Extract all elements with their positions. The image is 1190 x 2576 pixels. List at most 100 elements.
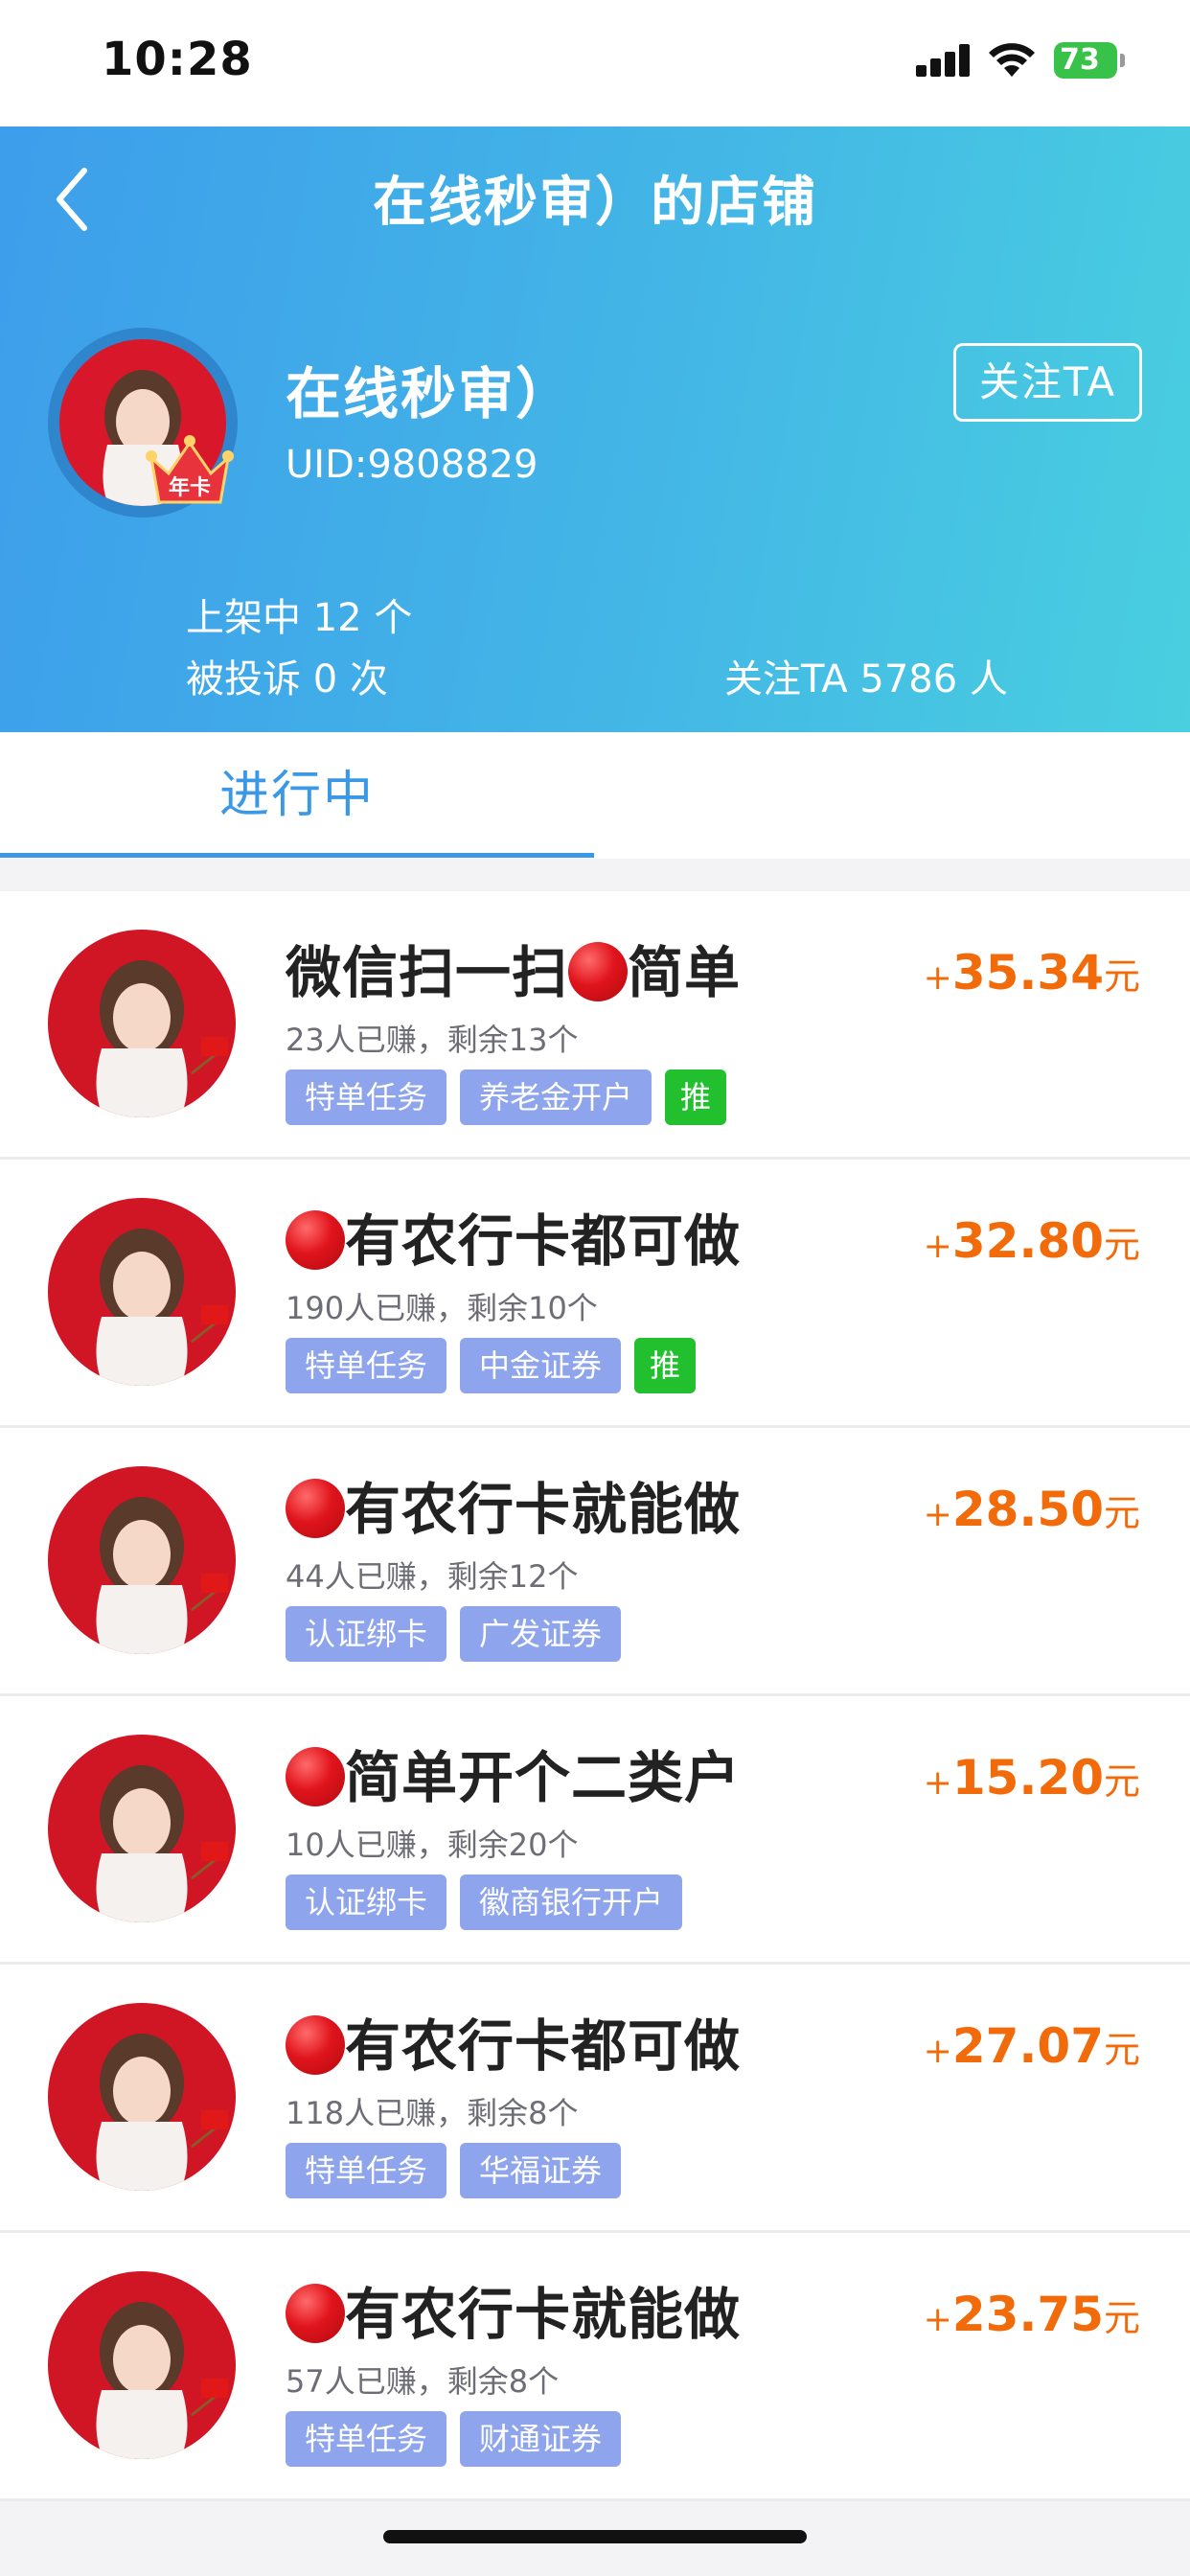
task-reward: +28.50元 (924, 1482, 1140, 1537)
task-title-text: 有农行卡就能做 (345, 1477, 742, 1542)
red-dot-icon (568, 942, 629, 1001)
reward-plus: + (923, 1495, 952, 1534)
reward-unit: 元 (1103, 1760, 1140, 1803)
follow-button[interactable]: 关注TA (953, 343, 1142, 422)
red-dot-icon (286, 1210, 345, 1270)
task-avatar (48, 1198, 236, 1386)
tab-active-indicator (0, 853, 594, 858)
task-tag: 华福证券 (460, 2143, 622, 2198)
red-dot-icon (286, 1747, 345, 1806)
task-reward: +23.75元 (924, 2287, 1140, 2342)
task-tag: 特单任务 (286, 1338, 447, 1393)
battery-level: 73 (1060, 43, 1100, 77)
task-title-text: 有农行卡都可做 (345, 1208, 742, 1274)
recommend-badge: 推 (634, 1338, 697, 1393)
task-title: 有农行卡就能做 (286, 2269, 741, 2350)
status-time: 10:28 (102, 33, 253, 86)
task-row[interactable]: 有农行卡都可做 118人已赚，剩余8个 特单任务 华福证券 +27.07元 (0, 1965, 1190, 2233)
task-title-text: 简单开个二类户 (345, 1745, 742, 1810)
task-tag: 养老金开户 (460, 1070, 652, 1125)
tab-bar: 进行中 (0, 732, 1190, 859)
reward-plus: + (923, 2300, 952, 2339)
task-title: 有农行卡都可做 (286, 1196, 741, 1276)
reward-amount: 28.50 (951, 1482, 1104, 1537)
task-stats: 118人已赚，剩余8个 (286, 2095, 579, 2131)
avatar-portrait-icon (96, 2302, 228, 2459)
task-tags: 认证绑卡 徽商银行开户 (286, 1874, 683, 1930)
cellular-signal-icon (916, 44, 972, 77)
task-title-suffix: 简单 (628, 940, 742, 1005)
task-tag: 徽商银行开户 (460, 1874, 683, 1930)
page-title: 在线秒审）的店铺 (373, 172, 817, 234)
task-title: 有农行卡就能做 (286, 1464, 741, 1545)
task-row[interactable]: 有农行卡都可做 190人已赚，剩余10个 特单任务 中金证券推 +32.80元 (0, 1160, 1190, 1428)
task-title: 有农行卡都可做 (286, 2001, 741, 2082)
complaint-count: 被投诉 0 次 (186, 657, 388, 702)
task-tag: 广发证券 (460, 1606, 622, 1662)
status-bar: 10:28 73 (0, 0, 1190, 126)
avatar-portrait-icon (96, 1765, 228, 1922)
reward-unit: 元 (1103, 2297, 1140, 2339)
reward-plus: + (923, 1227, 952, 1266)
follower-count: 关注TA 5786 人 (724, 657, 1008, 702)
reward-unit: 元 (1103, 1492, 1140, 1534)
task-row[interactable]: 微信扫一扫 简单 23人已赚，剩余13个 特单任务 养老金开户推 +35.34元 (0, 891, 1190, 1160)
task-tags: 特单任务 华福证券 (286, 2143, 622, 2198)
task-row[interactable]: 有农行卡就能做 57人已赚，剩余8个 特单任务 财通证券 +23.75元 (0, 2233, 1190, 2501)
reward-amount: 23.75 (951, 2287, 1104, 2342)
task-tags: 特单任务 养老金开户推 (286, 1070, 727, 1125)
task-list: 微信扫一扫 简单 23人已赚，剩余13个 特单任务 养老金开户推 +35.34元 有… (0, 891, 1190, 2501)
task-title: 简单开个二类户 (286, 1733, 741, 1813)
task-tag: 认证绑卡 (286, 1874, 447, 1930)
reward-unit: 元 (1103, 955, 1140, 998)
task-avatar (48, 1466, 236, 1654)
task-reward: +15.20元 (924, 1750, 1140, 1806)
reward-amount: 32.80 (951, 1213, 1104, 1269)
task-tag: 特单任务 (286, 2143, 447, 2198)
task-avatar (48, 2271, 236, 2459)
task-title: 微信扫一扫 简单 (286, 928, 741, 1008)
avatar-portrait-icon (96, 2034, 228, 2191)
task-row[interactable]: 简单开个二类户 10人已赚，剩余20个 认证绑卡 徽商银行开户 +15.20元 (0, 1696, 1190, 1965)
task-stats: 190人已赚，剩余10个 (286, 1290, 598, 1326)
task-reward: +32.80元 (924, 1213, 1140, 1269)
task-title-text: 微信扫一扫 (286, 940, 569, 1005)
listed-count: 上架中 12 个 (186, 596, 413, 640)
shop-uid: UID:9808829 (286, 443, 538, 487)
vip-badge-text: 年卡 (169, 475, 211, 500)
reward-amount: 27.07 (951, 2018, 1104, 2074)
tab-in-progress[interactable]: 进行中 (0, 732, 594, 859)
task-tags: 特单任务 中金证券推 (286, 1338, 697, 1393)
task-tag: 认证绑卡 (286, 1606, 447, 1662)
reward-plus: + (923, 2032, 952, 2071)
task-stats: 10人已赚，剩余20个 (286, 1827, 579, 1863)
vip-crown-icon: 年卡 (146, 435, 234, 504)
task-title-text: 有农行卡都可做 (345, 2013, 742, 2079)
shop-name: 在线秒审） (286, 361, 574, 426)
task-avatar (48, 2003, 236, 2191)
home-indicator[interactable] (383, 2530, 807, 2543)
task-stats: 44人已赚，剩余12个 (286, 1558, 579, 1595)
task-row[interactable]: 有农行卡就能做 44人已赚，剩余12个 认证绑卡 广发证券 +28.50元 (0, 1428, 1190, 1696)
reward-plus: + (923, 1763, 952, 1803)
reward-amount: 35.34 (951, 945, 1104, 1000)
task-tags: 特单任务 财通证券 (286, 2411, 622, 2467)
task-stats: 57人已赚，剩余8个 (286, 2363, 560, 2400)
task-stats: 23人已赚，剩余13个 (286, 1022, 579, 1058)
recommend-badge: 推 (665, 1070, 727, 1125)
wifi-icon (989, 43, 1035, 77)
avatar-portrait-icon (96, 1229, 228, 1386)
task-tags: 认证绑卡 广发证券 (286, 1606, 622, 1662)
avatar-portrait-icon (96, 1497, 228, 1654)
reward-unit: 元 (1103, 1224, 1140, 1266)
red-dot-icon (286, 2284, 345, 2343)
task-tag: 特单任务 (286, 2411, 447, 2467)
red-dot-icon (286, 1479, 345, 1538)
battery-icon: 73 (1054, 42, 1125, 79)
avatar-portrait-icon (96, 960, 228, 1117)
task-tag: 特单任务 (286, 1070, 447, 1125)
task-avatar (48, 1735, 236, 1922)
task-tag: 财通证券 (460, 2411, 622, 2467)
red-dot-icon (286, 2015, 345, 2075)
reward-unit: 元 (1103, 2029, 1140, 2071)
